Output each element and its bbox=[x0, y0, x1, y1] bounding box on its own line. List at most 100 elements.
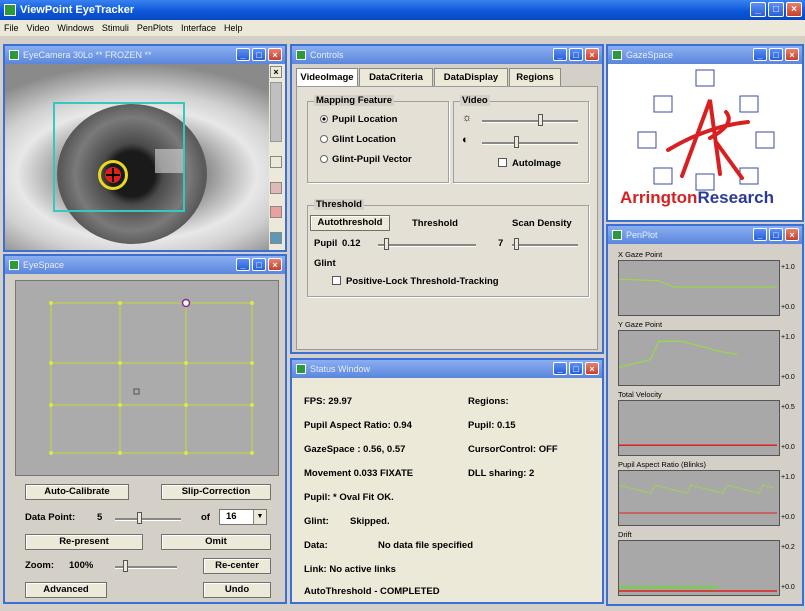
minimize-icon[interactable]: _ bbox=[553, 362, 567, 375]
minimize-icon[interactable]: _ bbox=[753, 228, 767, 241]
re-present-button[interactable]: Re-present bbox=[25, 534, 143, 550]
point-count-select[interactable]: 16 ▼ bbox=[219, 509, 267, 525]
menu-item-video[interactable]: Video bbox=[27, 20, 50, 36]
logo-arrington: Arrington bbox=[620, 188, 698, 207]
chevron-down-icon[interactable]: ▼ bbox=[253, 510, 266, 524]
minimize-icon[interactable]: _ bbox=[553, 48, 567, 61]
checkbox-icon[interactable] bbox=[332, 276, 341, 285]
data-point-label: Data Point: bbox=[25, 512, 76, 523]
autoimage-checkbox[interactable]: AutoImage bbox=[498, 158, 561, 169]
radio-icon[interactable] bbox=[320, 135, 328, 143]
pupil-threshold-slider[interactable] bbox=[378, 238, 476, 250]
advanced-button[interactable]: Advanced bbox=[25, 582, 107, 598]
penplot-bottom-tick: +0.0 bbox=[781, 584, 795, 591]
auto-calibrate-button[interactable]: Auto-Calibrate bbox=[25, 484, 129, 500]
slider-thumb[interactable] bbox=[123, 560, 128, 572]
status-autothreshold: AutoThreshold - COMPLETED bbox=[304, 586, 440, 597]
eyecamera-window: EyeCamera 30Lo ** FROZEN ** _ □ × × bbox=[3, 44, 287, 252]
undo-button[interactable]: Undo bbox=[203, 582, 271, 598]
point-count-value: 16 bbox=[226, 511, 237, 522]
close-icon[interactable]: × bbox=[785, 228, 799, 241]
zoom-slider[interactable] bbox=[115, 560, 177, 572]
menu-item-penplots[interactable]: PenPlots bbox=[137, 20, 173, 36]
threshold-group-title: Threshold bbox=[314, 199, 364, 210]
maximize-icon[interactable]: □ bbox=[769, 228, 783, 241]
status-data-value: No data file specified bbox=[378, 540, 474, 551]
toolbar-scroll-area[interactable] bbox=[270, 82, 282, 142]
slider-thumb[interactable] bbox=[137, 512, 142, 524]
brightness-slider[interactable] bbox=[482, 114, 578, 126]
tab-datacriteria[interactable]: DataCriteria bbox=[359, 68, 433, 86]
penplot-bottom-tick: +0.0 bbox=[781, 304, 795, 311]
close-icon[interactable]: × bbox=[268, 258, 282, 271]
tab-datadisplay[interactable]: DataDisplay bbox=[434, 68, 508, 86]
status-fps: FPS: 29.97 bbox=[304, 396, 353, 407]
close-toolbar-icon[interactable]: × bbox=[270, 66, 282, 78]
maximize-icon[interactable]: □ bbox=[769, 48, 783, 61]
mapping-feature-title: Mapping Feature bbox=[314, 95, 395, 106]
positive-lock-checkbox[interactable]: Positive-Lock Threshold-Tracking bbox=[332, 276, 499, 287]
eyespace-calibration-area[interactable] bbox=[15, 280, 279, 476]
slip-correction-button[interactable]: Slip-Correction bbox=[161, 484, 271, 500]
eye-camera-image[interactable] bbox=[5, 64, 269, 250]
minimize-icon[interactable]: _ bbox=[753, 48, 767, 61]
minimize-icon[interactable]: _ bbox=[236, 258, 250, 271]
status-data-label: Data: bbox=[304, 540, 328, 551]
menu-item-interface[interactable]: Interface bbox=[181, 20, 216, 36]
status-pupil-aspect: Pupil Aspect Ratio: 0.94 bbox=[304, 420, 412, 431]
freeze-icon[interactable] bbox=[270, 182, 282, 194]
trace-line bbox=[618, 340, 738, 368]
settings-icon[interactable] bbox=[270, 232, 282, 244]
checkbox-icon[interactable] bbox=[498, 158, 507, 167]
autothreshold-button[interactable]: Autothreshold bbox=[310, 215, 390, 231]
lock-icon[interactable] bbox=[270, 156, 282, 168]
target-icon[interactable] bbox=[270, 206, 282, 218]
radio-glint-pupil-vector[interactable]: Glint-Pupil Vector bbox=[320, 154, 412, 165]
maximize-icon[interactable]: □ bbox=[252, 258, 266, 271]
menu-item-windows[interactable]: Windows bbox=[57, 20, 94, 36]
close-icon[interactable]: × bbox=[268, 48, 282, 61]
radio-glint-location[interactable]: Glint Location bbox=[320, 134, 396, 145]
data-point-slider[interactable] bbox=[115, 512, 181, 524]
penplot-top-tick: +1.0 bbox=[781, 264, 795, 271]
maximize-icon[interactable]: □ bbox=[768, 2, 784, 17]
omit-button[interactable]: Omit bbox=[161, 534, 271, 550]
gazespace-title: GazeSpace bbox=[626, 50, 674, 60]
window-icon bbox=[296, 364, 306, 374]
trace-line bbox=[618, 584, 719, 591]
maximize-icon[interactable]: □ bbox=[569, 48, 583, 61]
close-icon[interactable]: × bbox=[786, 2, 802, 17]
radio-pupil-location[interactable]: Pupil Location bbox=[320, 114, 397, 125]
contrast-slider[interactable] bbox=[482, 136, 578, 148]
search-box[interactable] bbox=[53, 102, 185, 212]
close-icon[interactable]: × bbox=[585, 48, 599, 61]
radio-selected-icon[interactable] bbox=[320, 115, 328, 123]
minimize-icon[interactable]: _ bbox=[236, 48, 250, 61]
penplot-trace-2 bbox=[618, 400, 780, 456]
scan-density-slider[interactable] bbox=[512, 238, 578, 250]
re-center-button[interactable]: Re-center bbox=[203, 558, 271, 574]
zoom-label: Zoom: bbox=[25, 560, 55, 571]
slider-thumb[interactable] bbox=[514, 238, 519, 250]
penplot-top-tick: +1.0 bbox=[781, 474, 795, 481]
menu-item-stimuli[interactable]: Stimuli bbox=[102, 20, 129, 36]
slider-thumb[interactable] bbox=[514, 136, 519, 148]
eyespace-window: EyeSpace _ □ × Auto-Calibrate Slip-Corre… bbox=[3, 254, 287, 604]
radio-icon[interactable] bbox=[320, 155, 328, 163]
data-point-value: 5 bbox=[97, 512, 103, 523]
zoom-value: 100% bbox=[69, 560, 94, 571]
menu-item-help[interactable]: Help bbox=[224, 20, 243, 36]
menu-item-file[interactable]: File bbox=[4, 20, 19, 36]
slider-thumb[interactable] bbox=[384, 238, 389, 250]
slider-thumb[interactable] bbox=[538, 114, 543, 126]
gazespace-stimulus[interactable]: ArringtonResearch bbox=[608, 64, 802, 220]
close-icon[interactable]: × bbox=[785, 48, 799, 61]
maximize-icon[interactable]: □ bbox=[252, 48, 266, 61]
minimize-icon[interactable]: _ bbox=[750, 2, 766, 17]
window-icon bbox=[9, 260, 19, 270]
tab-videoimage[interactable]: VideoImage bbox=[296, 68, 358, 86]
tab-regions[interactable]: Regions bbox=[509, 68, 561, 86]
maximize-icon[interactable]: □ bbox=[569, 362, 583, 375]
close-icon[interactable]: × bbox=[585, 362, 599, 375]
penplot-top-tick: +0.2 bbox=[781, 544, 795, 551]
